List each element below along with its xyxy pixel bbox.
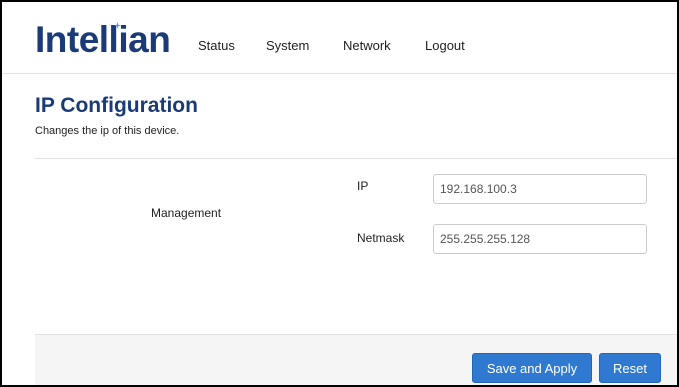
nav-logout-link[interactable]: Logout bbox=[425, 38, 465, 53]
ip-label: IP bbox=[357, 179, 369, 193]
nav-network-link[interactable]: Network bbox=[343, 38, 391, 53]
page-title: IP Configuration bbox=[35, 94, 198, 117]
app-frame: Intellian Status System Network Logout I… bbox=[0, 0, 679, 387]
intellian-logo[interactable]: Intellian bbox=[35, 20, 171, 60]
management-section-label: Management bbox=[151, 206, 222, 220]
ip-input[interactable] bbox=[433, 174, 647, 204]
page-subtitle: Changes the ip of this device. bbox=[35, 125, 180, 137]
netmask-input[interactable] bbox=[433, 224, 647, 254]
top-navbar: Intellian Status System Network Logout bbox=[2, 2, 677, 74]
netmask-label: Netmask bbox=[357, 231, 405, 245]
nav-system-link[interactable]: System bbox=[266, 38, 309, 53]
section-divider bbox=[35, 158, 677, 159]
save-and-apply-button[interactable]: Save and Apply bbox=[472, 353, 592, 383]
logo-dot-icon bbox=[114, 22, 121, 29]
reset-button[interactable]: Reset bbox=[599, 353, 661, 383]
nav-status-link[interactable]: Status bbox=[198, 38, 235, 53]
